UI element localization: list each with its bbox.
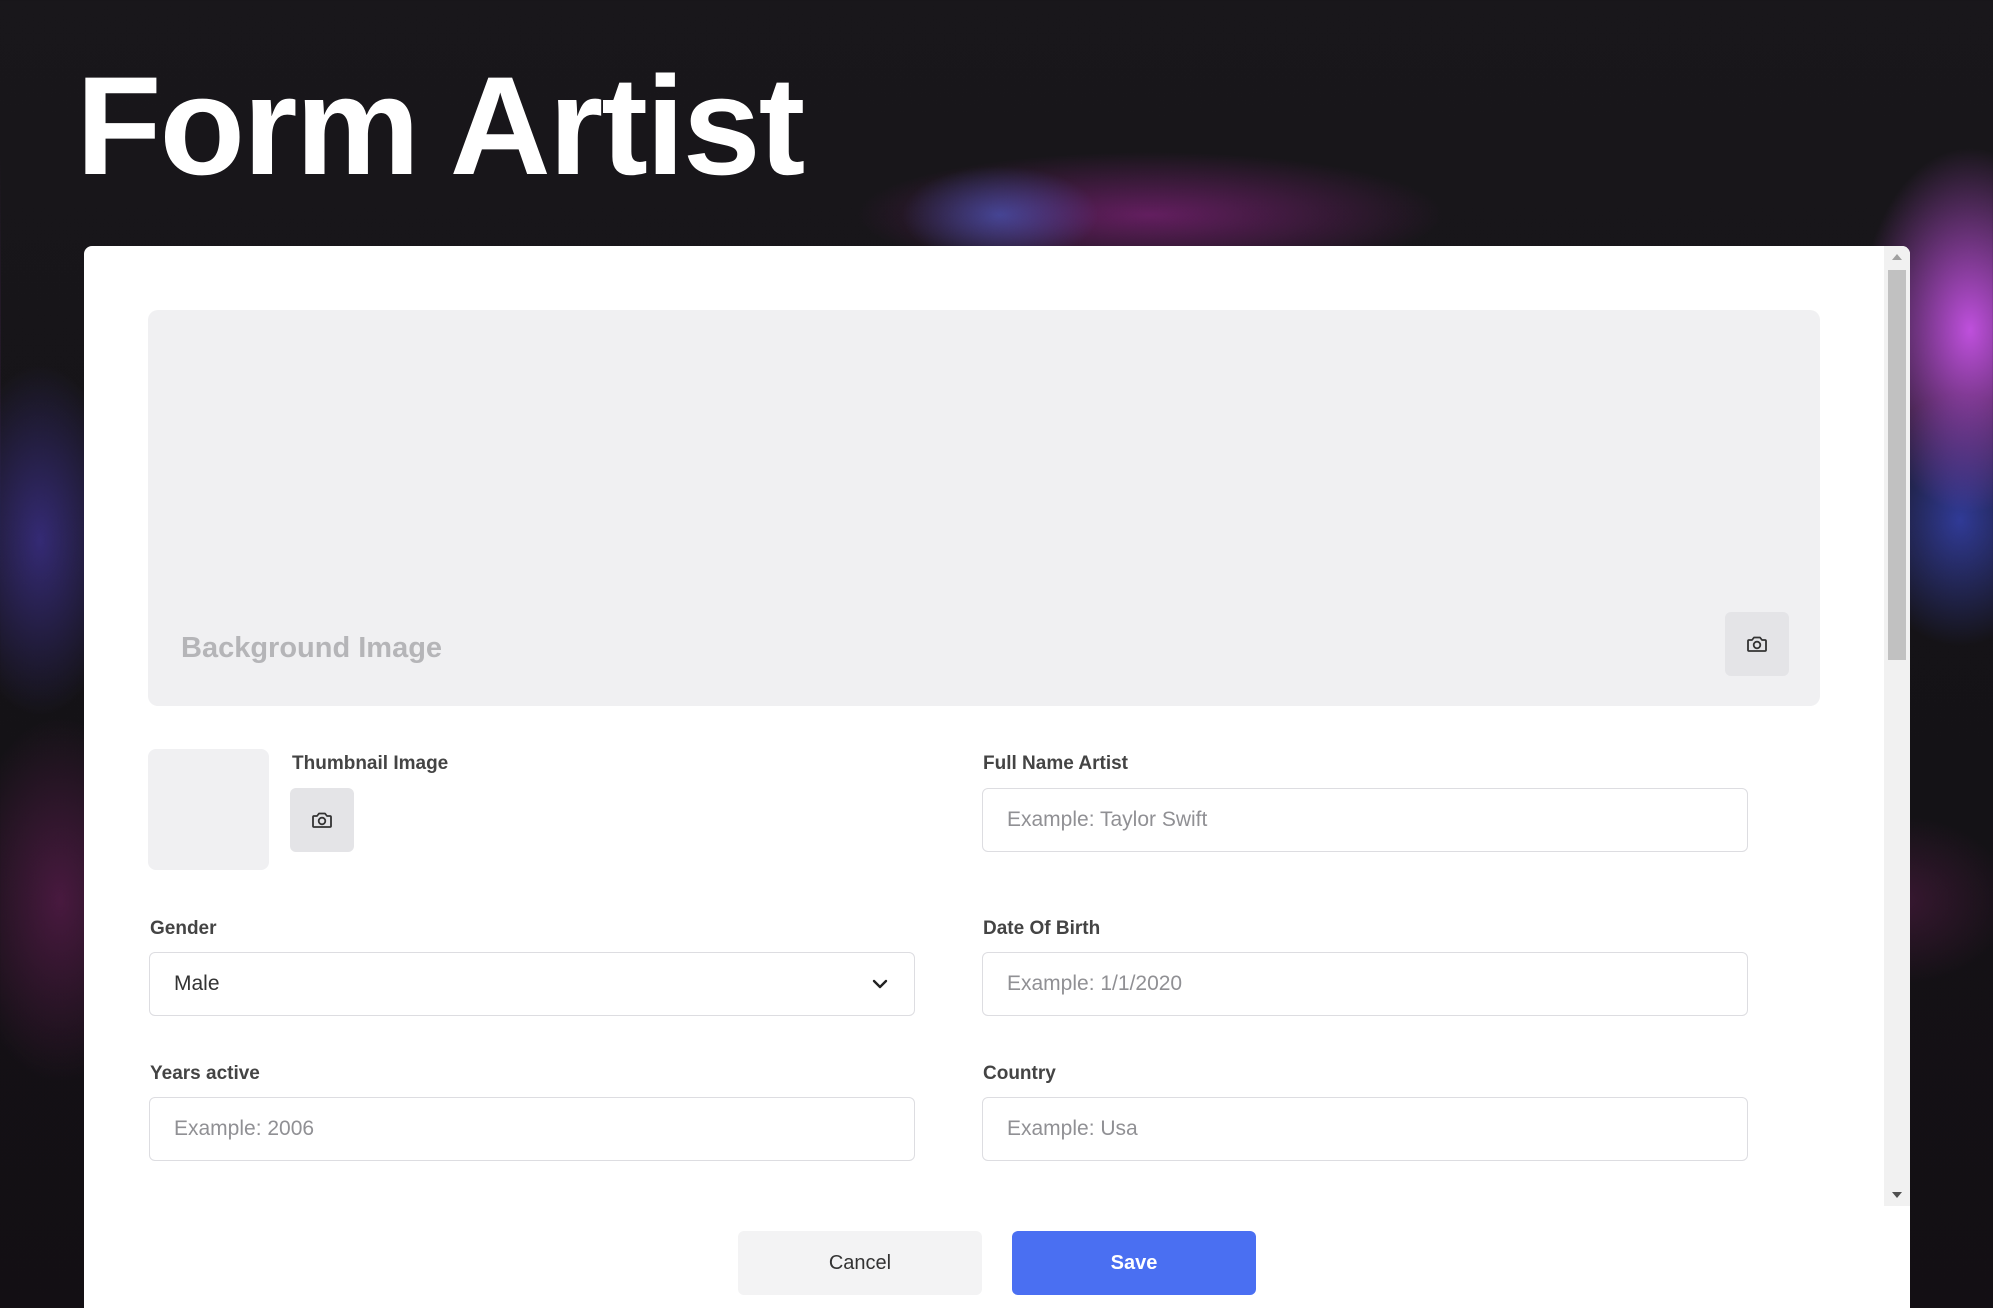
gender-label: Gender [150,918,217,939]
country-input[interactable] [982,1097,1748,1161]
form-scroll-area: Background Image Thumbnail Image Full Na… [84,246,1884,1206]
full-name-label: Full Name Artist [983,753,1128,774]
scrollbar-thumb[interactable] [1888,270,1906,660]
camera-icon [312,812,332,828]
chevron-down-icon [872,979,888,989]
thumbnail-image-label: Thumbnail Image [292,753,449,774]
country-label: Country [983,1063,1056,1084]
scroll-up-arrow[interactable] [1884,246,1910,268]
cancel-button[interactable]: Cancel [738,1231,982,1295]
camera-icon [1747,636,1767,652]
gender-select[interactable]: Male [149,952,915,1016]
gender-selected-value: Male [174,972,220,995]
artist-form-card: Background Image Thumbnail Image Full Na… [84,246,1910,1308]
thumbnail-upload-button[interactable] [290,788,354,852]
background-image-label: Background Image [181,632,443,664]
thumbnail-preview [148,749,269,870]
date-of-birth-label: Date Of Birth [983,918,1101,939]
background-image-dropzone[interactable]: Background Image [148,310,1820,706]
save-button[interactable]: Save [1012,1231,1256,1295]
years-active-input[interactable] [149,1097,915,1161]
form-footer [84,1206,1910,1308]
background-image-upload-button[interactable] [1725,612,1789,676]
scroll-down-arrow[interactable] [1884,1184,1910,1206]
full-name-input[interactable] [982,788,1748,852]
date-of-birth-input[interactable] [982,952,1748,1016]
years-active-label: Years active [150,1063,260,1084]
form-scrollbar[interactable] [1884,246,1910,1206]
page-title: Form Artist [76,47,805,204]
